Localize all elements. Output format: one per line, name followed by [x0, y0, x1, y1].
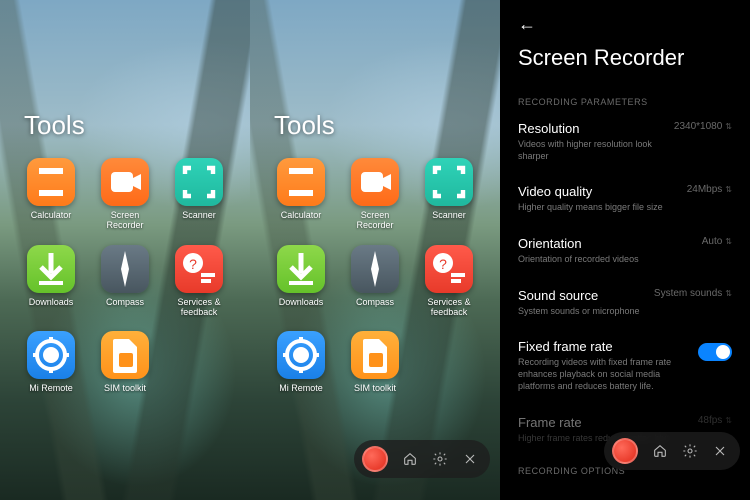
row-fixed-frame-rate[interactable]: Fixed frame rate Recording videos with fi…	[518, 339, 732, 392]
compass-icon	[351, 245, 399, 293]
app-label: Screen Recorder	[345, 210, 405, 231]
row-value: 2340*1080⇅	[674, 121, 732, 132]
app-screen-recorder[interactable]: Screen Recorder	[92, 158, 158, 231]
app-label: Screen Recorder	[95, 210, 155, 231]
settings-icon[interactable]	[432, 451, 448, 467]
row-title: Orientation	[518, 236, 692, 251]
calculator-icon	[277, 158, 325, 206]
feedback-icon: ?	[175, 245, 223, 293]
phone-tools-with-toolbar: Tools Calculator Screen Recorder Scanner…	[250, 0, 500, 500]
toggle-fixed-frame-rate[interactable]	[698, 343, 732, 361]
app-downloads[interactable]: Downloads	[268, 245, 334, 318]
sim-icon	[101, 331, 149, 379]
page-title: Screen Recorder	[518, 45, 732, 71]
svg-text:?: ?	[189, 256, 197, 272]
chevron-updown-icon: ⇅	[725, 416, 732, 425]
scanner-icon	[175, 158, 223, 206]
app-label: Mi Remote	[29, 383, 73, 393]
remote-icon	[27, 331, 75, 379]
chevron-updown-icon: ⇅	[725, 237, 732, 246]
app-grid: Calculator Screen Recorder Scanner Downl…	[18, 158, 232, 394]
app-label: Mi Remote	[279, 383, 323, 393]
home-icon[interactable]	[402, 451, 418, 467]
folder-title: Tools	[24, 110, 85, 141]
record-button[interactable]	[612, 438, 638, 464]
app-label: Services & feedback	[169, 297, 229, 318]
app-calculator[interactable]: Calculator	[18, 158, 84, 231]
app-label: Compass	[356, 297, 394, 307]
chevron-updown-icon: ⇅	[725, 122, 732, 131]
screen-recorder-icon	[351, 158, 399, 206]
row-video-quality[interactable]: Video quality Higher quality means bigger…	[518, 184, 732, 214]
app-label: Scanner	[432, 210, 466, 220]
row-resolution[interactable]: Resolution Videos with higher resolution …	[518, 121, 732, 162]
record-button[interactable]	[362, 446, 388, 472]
close-icon[interactable]	[462, 451, 478, 467]
row-value: Auto⇅	[702, 236, 732, 247]
back-button[interactable]: ←	[518, 14, 732, 35]
app-label: SIM toolkit	[104, 383, 146, 393]
app-scanner[interactable]: Scanner	[166, 158, 232, 231]
row-title: Sound source	[518, 288, 644, 303]
scanner-icon	[425, 158, 473, 206]
compass-icon	[101, 245, 149, 293]
app-compass[interactable]: Compass	[92, 245, 158, 318]
app-screen-recorder[interactable]: Screen Recorder	[342, 158, 408, 231]
row-subtitle: Higher quality means bigger file size	[518, 202, 677, 214]
calculator-icon	[27, 158, 75, 206]
sim-icon	[351, 331, 399, 379]
feedback-icon: ?	[425, 245, 473, 293]
svg-text:?: ?	[439, 256, 447, 272]
row-subtitle: Recording videos with fixed frame rate e…	[518, 357, 688, 392]
app-label: Downloads	[279, 297, 324, 307]
row-subtitle: Videos with higher resolution look sharp…	[518, 139, 664, 162]
chevron-updown-icon: ⇅	[725, 185, 732, 194]
app-sim-toolkit[interactable]: SIM toolkit	[92, 331, 158, 393]
close-icon[interactable]	[712, 443, 728, 459]
app-label: Compass	[106, 297, 144, 307]
home-icon[interactable]	[652, 443, 668, 459]
app-label: Calculator	[31, 210, 72, 220]
app-compass[interactable]: Compass	[342, 245, 408, 318]
row-value: 24Mbps⇅	[687, 184, 732, 195]
row-sound-source[interactable]: Sound sourceSystem sounds or microphone …	[518, 288, 732, 318]
row-orientation[interactable]: Orientation Orientation of recorded video…	[518, 236, 732, 266]
app-sim-toolkit[interactable]: SIM toolkit	[342, 331, 408, 393]
chevron-updown-icon: ⇅	[725, 289, 732, 298]
downloads-icon	[27, 245, 75, 293]
phone-tools-folder: Tools Calculator Screen Recorder Scanner…	[0, 0, 250, 500]
app-mi-remote[interactable]: Mi Remote	[268, 331, 334, 393]
app-grid: Calculator Screen Recorder Scanner Downl…	[268, 158, 482, 394]
app-label: SIM toolkit	[354, 383, 396, 393]
row-title: Video quality	[518, 184, 677, 199]
row-value: 48fps⇅	[698, 415, 732, 426]
app-downloads[interactable]: Downloads	[18, 245, 84, 318]
row-title: Fixed frame rate	[518, 339, 688, 354]
recorder-toolbar[interactable]	[604, 432, 740, 470]
app-feedback[interactable]: ? Services & feedback	[166, 245, 232, 318]
app-label: Downloads	[29, 297, 74, 307]
app-scanner[interactable]: Scanner	[416, 158, 482, 231]
app-label: Calculator	[281, 210, 322, 220]
downloads-icon	[277, 245, 325, 293]
row-subtitle: Orientation of recorded videos	[518, 254, 692, 266]
app-calculator[interactable]: Calculator	[268, 158, 334, 231]
row-title: Resolution	[518, 121, 664, 136]
app-feedback[interactable]: ? Services & feedback	[416, 245, 482, 318]
app-label: Services & feedback	[419, 297, 479, 318]
section-recording-parameters: RECORDING PARAMETERS	[518, 97, 732, 107]
settings-icon[interactable]	[682, 443, 698, 459]
folder-title: Tools	[274, 110, 335, 141]
row-title: Frame rate	[518, 415, 688, 430]
screen-recorder-icon	[101, 158, 149, 206]
app-label: Scanner	[182, 210, 216, 220]
app-mi-remote[interactable]: Mi Remote	[18, 331, 84, 393]
phone-recorder-settings: ← Screen Recorder RECORDING PARAMETERS R…	[500, 0, 750, 500]
row-value: System sounds⇅	[654, 288, 732, 299]
recorder-toolbar[interactable]	[354, 440, 490, 478]
row-subtitle: System sounds or microphone	[518, 306, 644, 318]
remote-icon	[277, 331, 325, 379]
